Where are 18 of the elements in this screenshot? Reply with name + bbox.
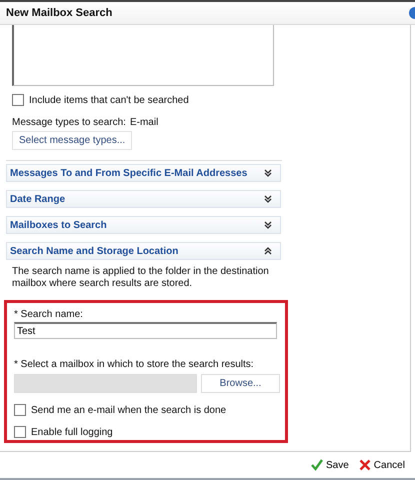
- checkbox-label: Include items that can't be searched: [29, 94, 189, 106]
- cancel-button[interactable]: Cancel: [358, 459, 405, 471]
- section-header[interactable]: Mailboxes to Search: [6, 216, 281, 234]
- search-name-field[interactable]: Test: [14, 322, 277, 339]
- field-value: E-mail: [130, 117, 158, 128]
- field-label: * Select a mailbox in which to store the search results:: [14, 359, 255, 370]
- field-label: Message types to search:: [12, 117, 126, 128]
- window-title: New Mailbox Search: [6, 7, 112, 19]
- section-header[interactable]: Messages To and From Specific E-Mail Addresses: [6, 164, 281, 182]
- field-label: * Search name:: [14, 309, 84, 320]
- section-description: The search name is applied to the folder in the destination mailbox where search results are stored.: [12, 266, 270, 290]
- save-button[interactable]: Save: [311, 459, 349, 471]
- browse-button[interactable]: Browse...: [201, 374, 280, 393]
- section-header[interactable]: Search Name and Storage Location: [6, 242, 281, 260]
- checkbox-label: Enable full logging: [31, 426, 113, 438]
- select-types-button[interactable]: Select message types...: [12, 131, 132, 150]
- checkbox-label: Send me an e-mail when the search is done: [31, 404, 226, 416]
- section-header[interactable]: Date Range: [6, 190, 281, 208]
